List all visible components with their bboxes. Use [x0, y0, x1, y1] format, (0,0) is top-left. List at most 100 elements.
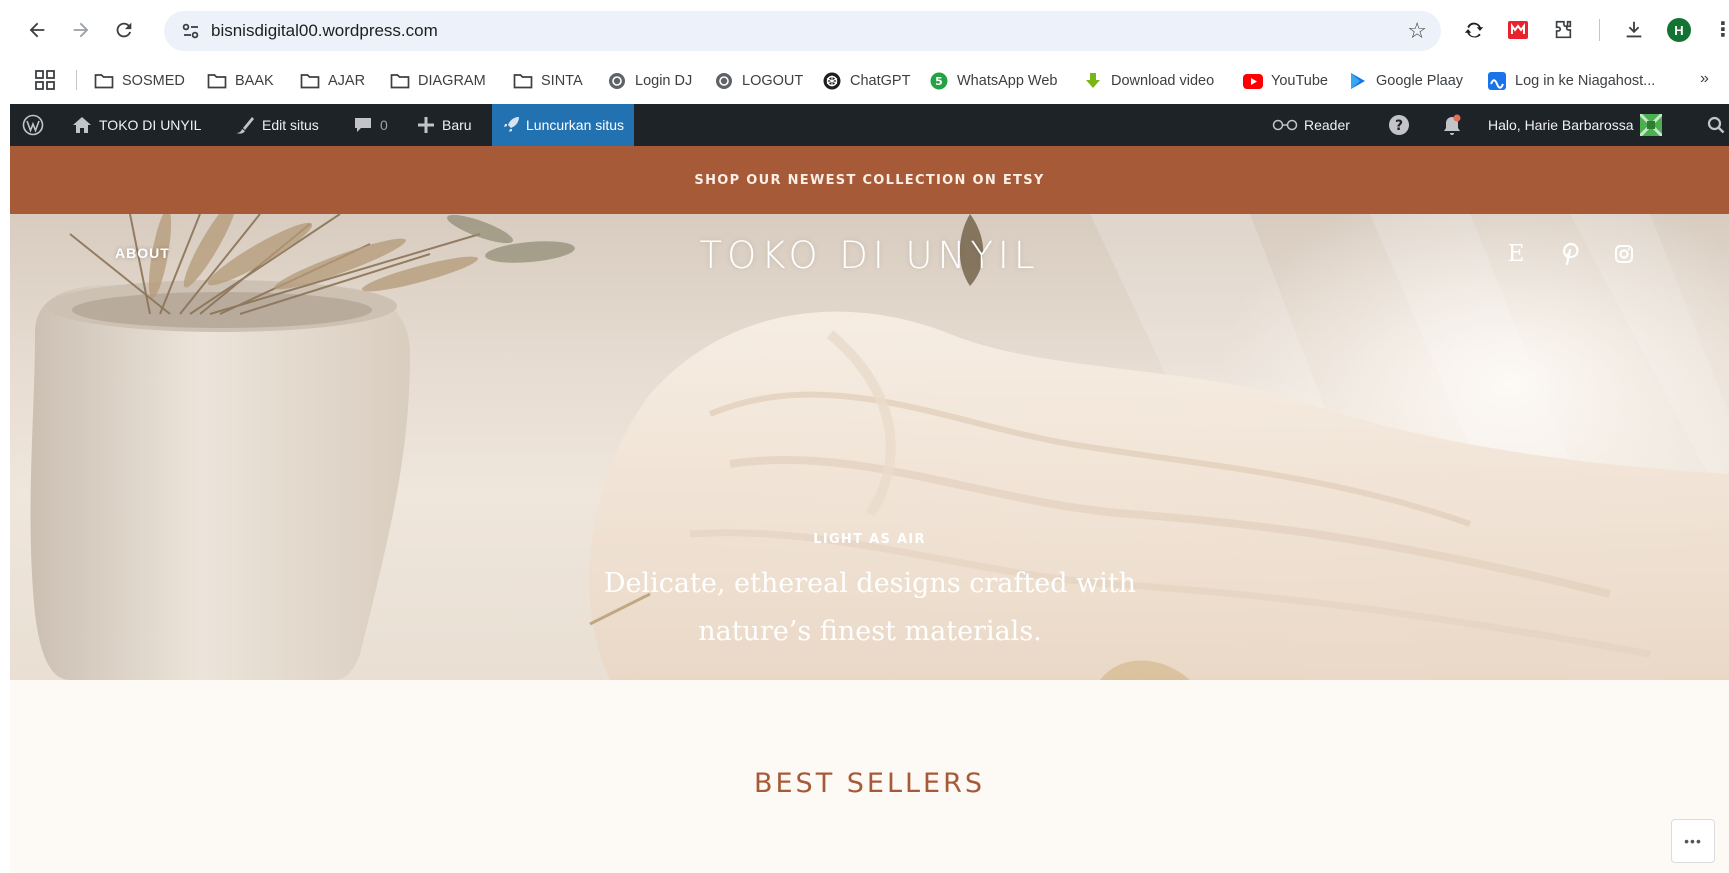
bookmark-label: Log in ke Niagahost... — [1515, 73, 1656, 89]
bookmark-label: SINTA — [541, 73, 583, 89]
google-play-icon — [1348, 71, 1368, 91]
chatgpt-icon — [822, 71, 842, 91]
admin-search-button[interactable] — [1707, 104, 1725, 146]
bookmark-label: WhatsApp Web — [957, 73, 1058, 89]
bookmark-label: Login DJ — [635, 73, 693, 89]
pinterest-icon — [1562, 242, 1579, 266]
bookmark-diagram[interactable]: DIAGRAM — [390, 66, 486, 96]
bookmark-sinta[interactable]: SINTA — [513, 66, 583, 96]
youtube-icon — [1243, 71, 1263, 91]
bookmark-youtube[interactable]: YouTube — [1243, 66, 1328, 96]
bookmark-sosmed[interactable]: SOSMED — [94, 66, 185, 96]
hero-section: ABOUT TOKO DI UNYIL E LIGHT AS AIR Delic… — [10, 214, 1729, 680]
chrome-menu-icon[interactable]: ⋮ — [1713, 17, 1729, 42]
forward-button[interactable] — [68, 17, 94, 43]
whatsapp-icon: 5 — [929, 71, 949, 91]
bookmark-label: SOSMED — [122, 73, 185, 89]
bookmark-google-play[interactable]: Google Plaay — [1348, 66, 1463, 96]
bookmark-label: BAAK — [235, 73, 274, 89]
folder-icon — [94, 71, 114, 91]
folder-icon — [207, 71, 227, 91]
bookmark-label: Download video — [1111, 73, 1215, 89]
bookmark-baak[interactable]: BAAK — [207, 66, 274, 96]
reload-button[interactable] — [111, 17, 137, 43]
toolbar-separator — [1599, 19, 1600, 41]
help-button[interactable]: ? — [1388, 104, 1410, 146]
globe-icon — [714, 71, 734, 91]
back-button[interactable] — [24, 17, 50, 43]
user-avatar-icon — [1639, 114, 1662, 136]
url-text[interactable]: bisnisdigital00.wordpress.com — [211, 21, 438, 41]
downloads-icon[interactable] — [1621, 17, 1647, 43]
bookmark-whatsapp-web[interactable]: 5 WhatsApp Web — [929, 66, 1057, 96]
instagram-icon — [1615, 245, 1633, 263]
best-sellers-heading: BEST SELLERS — [753, 768, 986, 799]
extensions-puzzle-icon[interactable] — [1550, 17, 1576, 43]
comment-bubble-icon — [355, 118, 371, 132]
address-bar[interactable]: bisnisdigital00.wordpress.com ☆ — [164, 11, 1441, 51]
site-name-label: TOKO DI UNYIL — [99, 117, 202, 133]
notifications-button[interactable] — [1441, 104, 1463, 146]
new-content-menu[interactable]: Baru — [417, 104, 472, 146]
folder-icon — [390, 71, 410, 91]
launch-site-button[interactable]: Luncurkan situs — [492, 104, 635, 146]
etsy-link[interactable]: E — [1503, 239, 1529, 269]
apps-grid-icon[interactable] — [34, 69, 56, 91]
bookmark-label: Google Plaay — [1376, 73, 1464, 89]
reader-label: Reader — [1304, 117, 1350, 133]
more-bookmarks-icon[interactable]: » — [1700, 70, 1709, 88]
bookmark-label: DIAGRAM — [418, 73, 486, 89]
site-info-icon[interactable] — [180, 20, 202, 42]
greeting-label: Halo, Harie Barbarossa — [1488, 117, 1634, 133]
new-content-label: Baru — [442, 117, 472, 133]
site-name-menu[interactable]: TOKO DI UNYIL — [72, 104, 201, 146]
bookmark-download-video[interactable]: Download video — [1083, 66, 1214, 96]
reader-link[interactable]: Reader — [1272, 104, 1350, 146]
bookmark-label: YouTube — [1271, 73, 1328, 89]
reader-glasses-icon — [1272, 119, 1298, 131]
folder-icon — [300, 71, 320, 91]
folder-icon — [513, 71, 533, 91]
red-extension-icon[interactable] — [1505, 17, 1531, 43]
edit-site-menu[interactable]: Edit situs — [234, 104, 319, 146]
promo-text[interactable]: SHOP OUR NEWEST COLLECTION ON ETSY — [694, 173, 1044, 188]
rocket-icon — [504, 117, 519, 132]
wp-logo-menu[interactable] — [22, 104, 44, 146]
wordpress-logo-icon — [22, 114, 44, 136]
promo-banner[interactable]: SHOP OUR NEWEST COLLECTION ON ETSY — [10, 146, 1729, 214]
instagram-link[interactable] — [1611, 239, 1637, 269]
svg-text:?: ? — [1395, 118, 1403, 134]
edit-site-label: Edit situs — [262, 117, 319, 133]
pinterest-link[interactable] — [1558, 239, 1584, 269]
bookmark-logout[interactable]: LOGOUT — [714, 66, 803, 96]
home-icon — [73, 117, 91, 133]
plus-icon — [418, 117, 434, 133]
website-page: SHOP OUR NEWEST COLLECTION ON ETSY ABOUT… — [10, 146, 1729, 873]
bell-icon — [1444, 114, 1461, 135]
search-icon — [1707, 116, 1725, 134]
comments-menu[interactable]: 0 — [354, 104, 388, 146]
reload-icon — [116, 22, 132, 38]
bookmark-login-dj[interactable]: Login DJ — [607, 66, 692, 96]
account-menu[interactable]: Halo, Harie Barbarossa — [1488, 104, 1662, 146]
bookmark-label: ChatGPT — [850, 73, 911, 89]
more-options-button[interactable]: ••• — [1671, 819, 1715, 863]
profile-avatar[interactable]: H — [1667, 18, 1691, 42]
bookmarks-bar: SOSMED BAAK AJAR DIAGRAM SINTA Login DJ … — [0, 60, 1729, 104]
ellipsis-icon: ••• — [1684, 833, 1702, 849]
bookmark-chatgpt[interactable]: ChatGPT — [822, 66, 910, 96]
hero-kicker: LIGHT AS AIR — [813, 532, 926, 547]
bookmark-label: AJAR — [328, 73, 366, 89]
etsy-icon: E — [1507, 241, 1525, 267]
forward-arrow-icon — [73, 22, 89, 38]
browser-toolbar: bisnisdigital00.wordpress.com ☆ H ⋮ — [0, 0, 1729, 60]
bookmark-label: LOGOUT — [742, 73, 804, 89]
bookmark-niagahoster[interactable]: Log in ke Niagahost... — [1487, 66, 1655, 96]
niagahoster-icon — [1487, 71, 1507, 91]
site-logo-title[interactable]: TOKO DI UNYIL — [10, 234, 1729, 277]
sync-extension-icon[interactable] — [1461, 17, 1487, 43]
svg-text:5: 5 — [935, 75, 943, 88]
bookmark-star-icon[interactable]: ☆ — [1407, 18, 1427, 44]
brush-icon — [236, 117, 254, 134]
bookmark-ajar[interactable]: AJAR — [300, 66, 365, 96]
